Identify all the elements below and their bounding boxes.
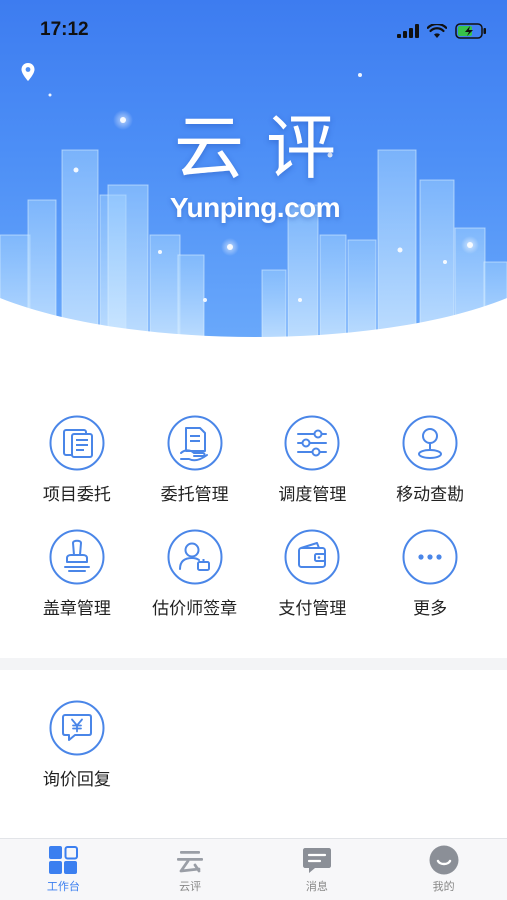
document-list-icon [49,415,105,471]
sliders-icon [284,415,340,471]
tile-mobile-survey[interactable]: 移动查勘 [371,415,489,529]
tile-label: 委托管理 [160,485,229,505]
status-time: 17:12 [40,19,89,40]
message-icon [302,848,331,873]
tile-label: 移动查勘 [396,485,465,505]
section-divider [0,658,507,670]
tab-label: 工作台 [46,880,80,893]
tile-label: 调度管理 [278,485,347,505]
stamp-icon [49,529,105,585]
cellular-signal-icon [397,24,419,38]
inquiry-section: 询价回复 [18,700,489,814]
profile-icon [429,845,459,875]
tile-label: 询价回复 [42,770,111,790]
tab-workbench[interactable]: 工作台 [0,839,127,900]
bottom-tab-bar: 工作台 云评 消息 我的 [0,838,507,900]
tile-label: 更多 [413,599,448,619]
user-stamp-icon [167,529,223,585]
yunping-logo: 云评 Yunping.com [150,108,360,224]
tile-payment-management[interactable]: 支付管理 [254,529,372,643]
dashboard-grid-icon [49,846,79,874]
battery-charging-icon [455,23,486,39]
tile-entrust-management[interactable]: 委托管理 [136,415,254,529]
wallet-icon [284,529,340,585]
location-pin-icon[interactable] [20,62,36,82]
yunping-logo-icon [177,851,204,873]
feature-grid-row: 盖章管理 估价师签章 支付管理 更多 [18,529,489,643]
feature-grid-row: 项目委托 委托管理 调度管理 移动查勘 [18,415,489,529]
tile-label: 支付管理 [278,599,347,619]
tab-messages[interactable]: 消息 [254,839,381,900]
tile-more[interactable]: 更多 [371,529,489,643]
status-bar: 17:12 [0,0,507,60]
tile-dispatch-management[interactable]: 调度管理 [254,415,372,529]
wifi-icon [427,23,447,38]
tab-label: 云评 [179,880,202,893]
tile-label: 估价师签章 [152,599,238,619]
more-dots-icon [402,529,458,585]
tile-label: 项目委托 [42,485,111,505]
tile-label: 盖章管理 [42,599,111,619]
hero-wave-edge [0,298,507,345]
document-hand-icon [167,415,223,471]
tile-inquiry-reply[interactable]: 询价回复 [18,700,136,814]
tab-label: 消息 [305,880,328,893]
feature-grid: 项目委托 委托管理 调度管理 移动查勘 盖章管理 估价师签章 支付管理 更多 [18,415,489,643]
inquiry-row: 询价回复 [18,700,489,814]
tile-seal-management[interactable]: 盖章管理 [18,529,136,643]
hero-banner: 17:12 云评 Yunping.com [0,0,507,345]
tile-appraiser-signature[interactable]: 估价师签章 [136,529,254,643]
tile-project-entrust[interactable]: 项目委托 [18,415,136,529]
map-pin-icon [402,415,458,471]
logo-chinese-title: 云评 [174,107,358,189]
tab-label: 我的 [432,880,455,893]
logo-domain-text: Yunping.com [169,192,341,223]
tab-profile[interactable]: 我的 [380,839,507,900]
yen-chat-icon [49,700,105,756]
tab-yunping[interactable]: 云评 [127,839,254,900]
